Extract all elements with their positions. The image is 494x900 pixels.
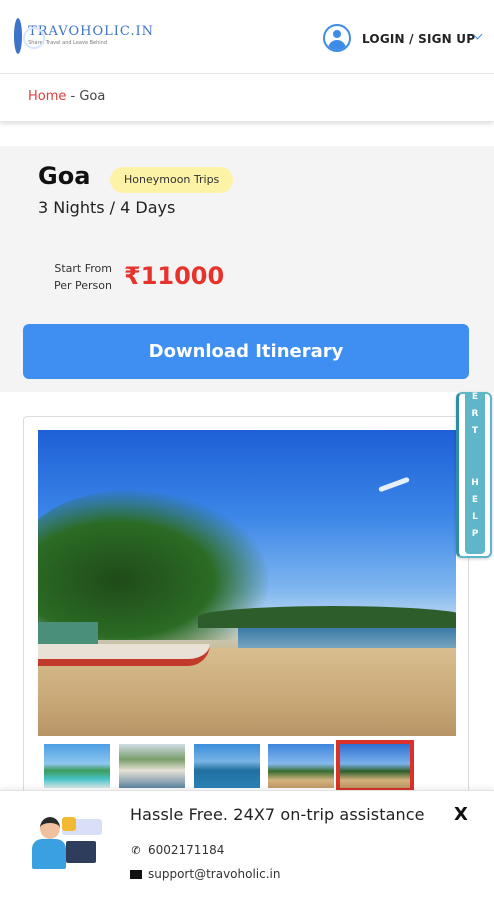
cloud-shape xyxy=(378,476,410,493)
fishing-boat xyxy=(38,644,210,666)
breadcrumb-separator: - xyxy=(66,89,80,104)
gallery-thumbnail-active[interactable] xyxy=(336,740,414,792)
expert-letter: L xyxy=(472,512,478,522)
breadcrumb-home-link[interactable]: Home xyxy=(28,89,66,104)
support-phone-number: 6002171184 xyxy=(148,843,225,857)
support-email[interactable]: support@travoholic.in xyxy=(130,867,280,881)
breadcrumb-current: Goa xyxy=(79,89,106,104)
thumbnail-strip xyxy=(44,740,424,792)
expert-letter: E xyxy=(471,495,479,505)
price-label-line2: Per Person xyxy=(54,279,112,292)
support-title: Hassle Free. 24X7 on-trip assistance xyxy=(130,805,425,824)
close-icon[interactable]: X xyxy=(454,805,468,825)
expert-help-label: E R T H E L P xyxy=(465,392,485,554)
expert-letter: P xyxy=(471,529,479,539)
expert-letter: T xyxy=(471,426,479,436)
envelope-icon xyxy=(130,870,142,879)
trip-summary: Goa Honeymoon Trips 3 Nights / 4 Days St… xyxy=(0,146,494,392)
gallery-thumbnail[interactable] xyxy=(194,744,260,788)
trip-duration: 3 Nights / 4 Days xyxy=(38,198,176,217)
price-label: Start From Per Person xyxy=(38,260,112,294)
gallery-thumbnail[interactable] xyxy=(119,744,185,788)
login-signup-link[interactable]: LOGIN / SIGN UP xyxy=(362,32,475,46)
price-label-line1: Start From xyxy=(54,262,112,275)
site-header: TRAVOHOLIC.IN Share, Travel and Leave Be… xyxy=(0,0,494,74)
support-email-address: support@travoholic.in xyxy=(148,867,281,881)
photo-gallery xyxy=(23,416,469,816)
support-phone[interactable]: ✆ 6002171184 xyxy=(130,843,224,857)
download-itinerary-button[interactable]: Download Itinerary xyxy=(23,324,469,379)
trip-category-badge: Honeymoon Trips xyxy=(110,167,234,193)
site-logo[interactable]: TRAVOHOLIC.IN Share, Travel and Leave Be… xyxy=(14,16,154,56)
globe-logo-icon xyxy=(14,18,46,54)
expert-letter: R xyxy=(471,409,479,419)
gallery-thumbnail[interactable] xyxy=(268,744,334,788)
main-beach-photo xyxy=(38,430,456,736)
expert-help-tab[interactable]: E R T H E L P xyxy=(456,392,492,558)
gallery-thumbnail[interactable] xyxy=(44,744,110,788)
logo-title: TRAVOHOLIC.IN xyxy=(28,24,154,39)
destination-title: Goa xyxy=(38,162,91,190)
lock-icon xyxy=(62,817,76,831)
breadcrumb: Home - Goa xyxy=(28,89,105,104)
breadcrumb-bar: Home - Goa xyxy=(0,75,494,121)
support-agent-illustration xyxy=(28,811,106,877)
logo-tagline: Share, Travel and Leave Behind xyxy=(28,40,108,46)
expert-letter: E xyxy=(471,392,479,402)
phone-icon: ✆ xyxy=(131,844,141,857)
treeline xyxy=(198,606,456,628)
trip-price: ₹11000 xyxy=(124,262,225,290)
user-account-icon[interactable] xyxy=(323,24,351,52)
expert-letter: H xyxy=(471,478,479,488)
laptop-icon xyxy=(66,841,96,863)
support-banner: Hassle Free. 24X7 on-trip assistance X ✆… xyxy=(0,790,494,900)
